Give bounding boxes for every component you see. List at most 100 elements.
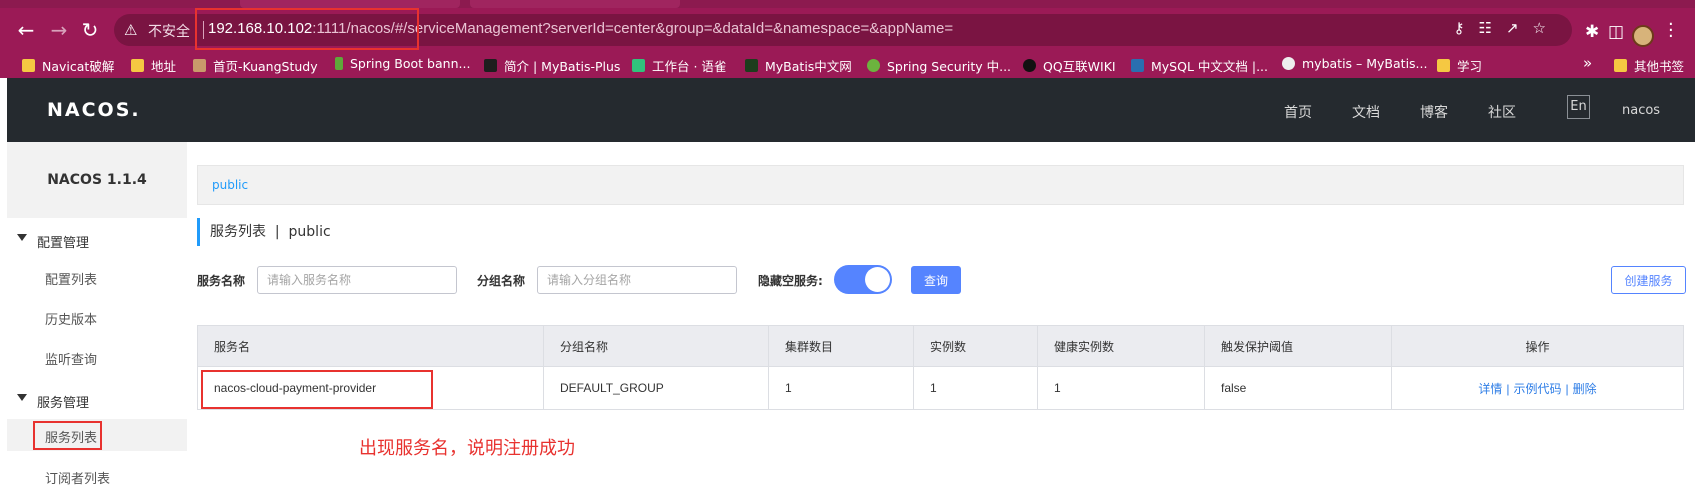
bookmark-label: Spring Security 中... — [887, 59, 1012, 74]
bookmark-item[interactable]: MyBatis中文网 — [745, 56, 852, 75]
folder-icon — [22, 59, 35, 72]
delete-link[interactable]: 删除 — [1573, 382, 1597, 396]
sidebar-group-label: 配置管理 — [37, 236, 90, 251]
bookmark-item[interactable]: mybatis – MyBatis... — [1282, 56, 1427, 71]
share-icon[interactable]: ↗ — [1506, 19, 1533, 37]
bookmarks-bar: Navicat破解 地址 首页-KuangStudy Spring Boot b… — [0, 52, 1695, 78]
column-header: 分组名称 — [543, 325, 769, 367]
forward-icon[interactable]: → — [47, 18, 71, 42]
reload-icon[interactable]: ↻ — [78, 18, 102, 42]
hide-empty-toggle[interactable] — [834, 265, 892, 294]
detail-link[interactable]: 详情 — [1478, 382, 1502, 396]
bookmark-item[interactable]: Spring Security 中... — [867, 56, 1011, 75]
group-cell: DEFAULT_GROUP — [543, 366, 769, 410]
healthy-instances-cell: 1 — [1037, 366, 1205, 410]
user-menu[interactable]: nacos — [1622, 103, 1660, 118]
sidebar-item-listener[interactable]: 监听查询 — [7, 341, 187, 373]
url-highlight-box — [195, 8, 419, 50]
site-icon — [1282, 57, 1295, 70]
nacos-logo[interactable]: NACOS. — [47, 99, 141, 121]
site-icon — [484, 59, 497, 72]
bookmark-label: Spring Boot bann... — [350, 56, 471, 71]
version-label: NACOS 1.1.4 — [7, 142, 187, 218]
annotation-note: 出现服务名，说明注册成功 — [359, 438, 575, 459]
site-icon — [632, 59, 645, 72]
bookmark-item[interactable]: Spring Boot bann... — [335, 56, 470, 71]
browser-tab[interactable] — [240, 0, 460, 8]
bookmark-item[interactable]: 地址 — [131, 56, 176, 75]
nav-docs[interactable]: 文档 — [1352, 102, 1380, 122]
protect-threshold-cell: false — [1204, 366, 1392, 410]
folder-icon — [131, 59, 144, 72]
sidebar-item-config-list[interactable]: 配置列表 — [7, 261, 187, 293]
table-header-row: 服务名 分组名称 集群数目 实例数 健康实例数 触发保护阈值 操作 — [197, 325, 1684, 367]
bookmark-item[interactable]: 简介 | MyBatis-Plus — [484, 56, 620, 75]
clusters-cell: 1 — [768, 366, 914, 410]
create-service-button[interactable]: 创建服务 — [1611, 266, 1686, 294]
bookmark-label: QQ互联WIKI — [1043, 59, 1116, 74]
other-bookmarks-label: 其他书签 — [1634, 59, 1685, 74]
star-icon[interactable]: ☆ — [1533, 19, 1560, 37]
service-name-label: 服务名称 — [197, 274, 246, 288]
sidepanel-icon[interactable]: ◫ — [1608, 22, 1624, 42]
profile-avatar[interactable] — [1632, 25, 1654, 47]
column-header: 实例数 — [913, 325, 1038, 367]
site-icon — [335, 57, 343, 70]
group-name-label: 分组名称 — [477, 274, 526, 288]
browser-tab[interactable] — [470, 0, 680, 8]
bookmark-label: 学习 — [1457, 59, 1483, 74]
site-icon — [193, 59, 206, 72]
key-icon[interactable]: ⚷ — [1454, 19, 1479, 37]
bookmark-label: 简介 | MyBatis-Plus — [504, 59, 621, 74]
bookmarks-more-icon[interactable]: » — [1583, 54, 1592, 72]
bookmark-item[interactable]: 首页-KuangStudy — [193, 56, 318, 75]
page-title: 服务列表 | public — [197, 218, 331, 246]
column-header: 触发保护阈值 — [1204, 325, 1392, 367]
nav-blog[interactable]: 博客 — [1420, 102, 1448, 122]
folder-icon — [1437, 59, 1450, 72]
extensions-icon[interactable]: ✱ — [1585, 22, 1599, 42]
column-header: 操作 — [1391, 325, 1684, 367]
hide-empty-label: 隐藏空服务: — [758, 274, 823, 288]
bookmark-item[interactable]: 学习 — [1437, 56, 1482, 75]
bookmark-label: MySQL 中文文档 |... — [1151, 59, 1268, 74]
sidebar-item-subscribers[interactable]: 订阅者列表 — [7, 460, 187, 492]
address-actions: ⚷☷↗☆ — [1454, 19, 1560, 37]
service-name-highlight-box — [201, 370, 433, 409]
page-title-text: 服务列表 — [210, 224, 266, 240]
column-header: 健康实例数 — [1037, 325, 1205, 367]
back-icon[interactable]: ← — [14, 18, 38, 42]
link-separator: | — [1506, 381, 1510, 396]
nav-home[interactable]: 首页 — [1284, 102, 1312, 122]
bookmark-label: 首页-KuangStudy — [213, 59, 318, 74]
sidebar-group-service[interactable]: 服务管理 — [7, 386, 187, 416]
query-button[interactable]: 查询 — [911, 266, 961, 294]
site-icon — [745, 59, 758, 72]
bookmark-item[interactable]: MySQL 中文文档 |... — [1131, 56, 1268, 75]
translate-icon[interactable]: ☷ — [1479, 19, 1506, 37]
caret-down-icon — [17, 394, 27, 401]
app-header: NACOS. 首页 文档 博客 社区 En nacos — [7, 78, 1695, 142]
breadcrumb-namespace[interactable]: public — [212, 178, 248, 192]
insecure-label: 不安全 — [148, 24, 190, 40]
other-bookmarks[interactable]: 其他书签 — [1614, 56, 1684, 75]
service-name-input[interactable] — [257, 266, 457, 294]
sample-code-link[interactable]: 示例代码 — [1513, 382, 1561, 396]
group-name-input[interactable] — [537, 266, 737, 294]
bookmark-item[interactable]: 工作台 · 语雀 — [632, 56, 726, 75]
nav-community[interactable]: 社区 — [1488, 102, 1516, 122]
instances-cell: 1 — [913, 366, 1038, 410]
sidebar-group-label: 服务管理 — [37, 396, 90, 411]
sidebar-item-history[interactable]: 历史版本 — [7, 301, 187, 333]
caret-down-icon — [17, 234, 27, 241]
bookmark-label: Navicat破解 — [42, 59, 115, 74]
bookmark-item[interactable]: QQ互联WIKI — [1023, 56, 1116, 75]
operations-cell: 详情 | 示例代码 | 删除 — [1391, 366, 1684, 410]
column-header: 集群数目 — [768, 325, 914, 367]
bookmark-label: MyBatis中文网 — [765, 59, 852, 74]
bookmark-item[interactable]: Navicat破解 — [22, 56, 114, 75]
sidebar-group-config[interactable]: 配置管理 — [7, 226, 187, 256]
menu-icon[interactable]: · · · — [1668, 16, 1676, 46]
sidebar-highlight-box — [33, 421, 102, 450]
language-toggle[interactable]: En — [1567, 95, 1590, 119]
